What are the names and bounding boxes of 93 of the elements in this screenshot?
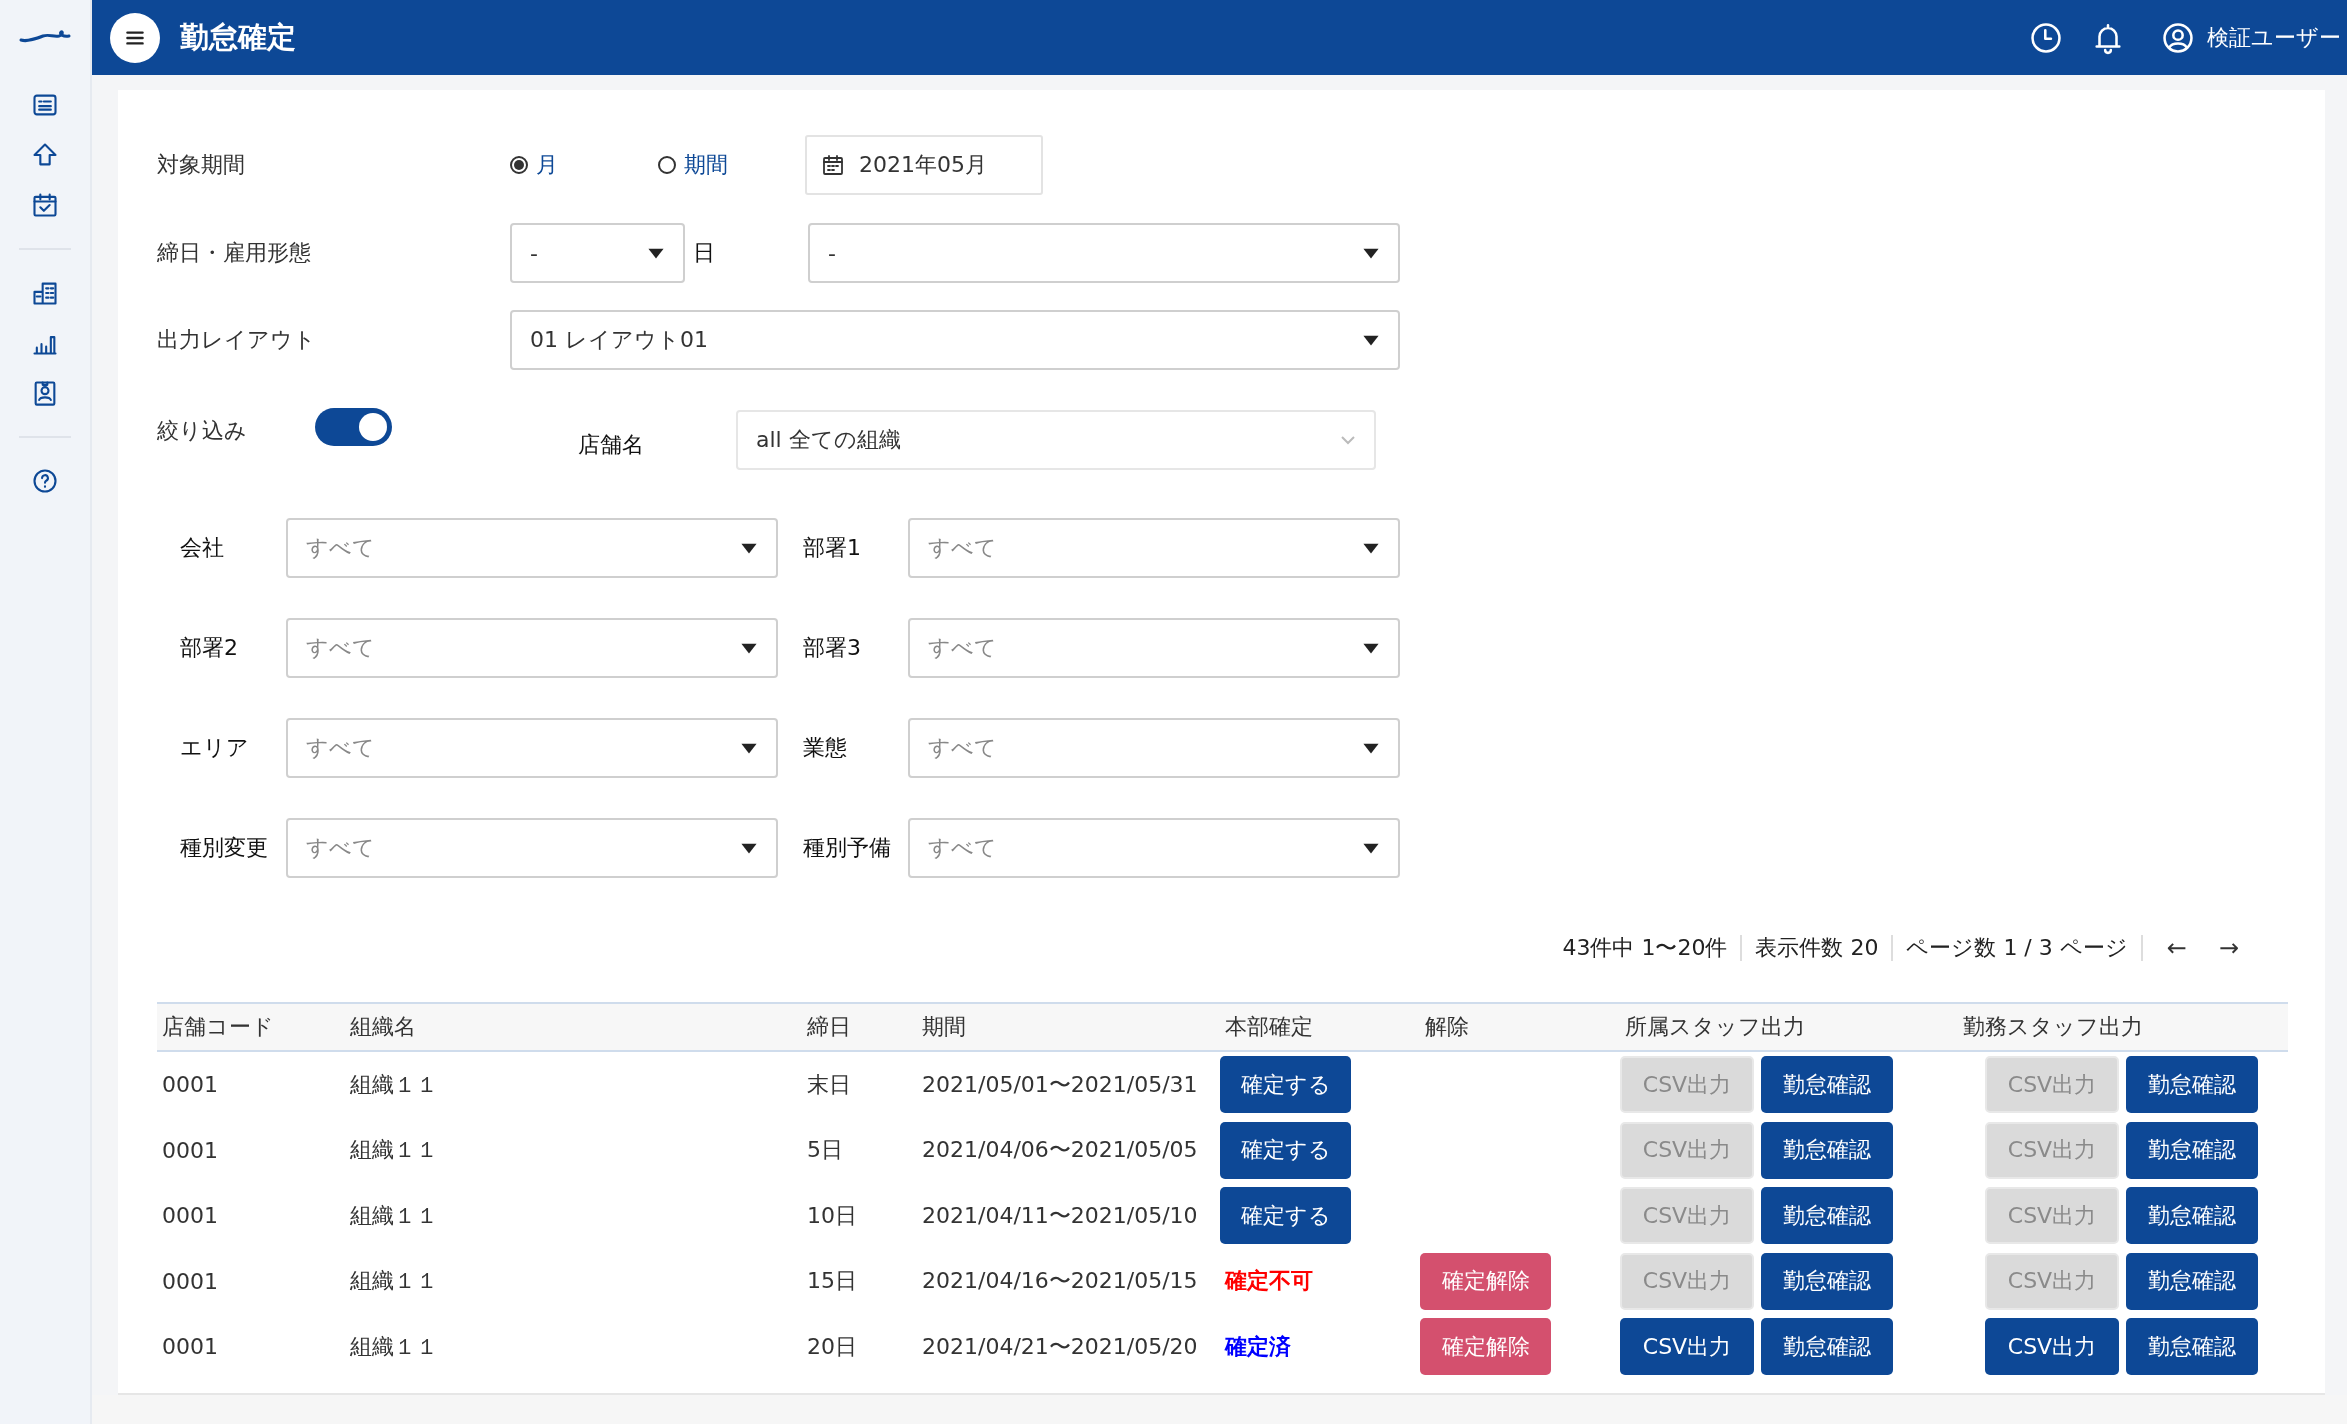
table-cell-text: 組織１１ — [349, 1070, 438, 1099]
column-header: 解除 — [1424, 1013, 1469, 1041]
export-button[interactable]: CSV出力 — [1620, 1318, 1754, 1376]
select-field[interactable]: すべて — [286, 618, 778, 678]
export-button[interactable]: 勤怠確認 — [1761, 1252, 1893, 1310]
field-label: 対象期間 — [157, 151, 246, 179]
select-field[interactable]: - — [510, 223, 685, 283]
user-avatar-icon[interactable] — [2161, 20, 2195, 55]
export-button[interactable]: 勤怠確認 — [2126, 1318, 2258, 1376]
table-cell-text: 10日 — [806, 1201, 857, 1230]
table-cell-text: 2021/04/06〜2021/05/05 — [921, 1136, 1198, 1165]
field-label: 絞り込み — [157, 417, 248, 445]
radio-button[interactable] — [658, 156, 676, 174]
table-cell-text: 組織１１ — [349, 1136, 438, 1165]
export-button[interactable]: 勤怠確認 — [2126, 1121, 2258, 1179]
field-label: 業態 — [803, 734, 848, 762]
field-label: エリア — [180, 734, 250, 762]
unit-label: 日 — [692, 239, 716, 267]
export-button[interactable]: 勤怠確認 — [1761, 1187, 1893, 1245]
table-cell-text: 組織１１ — [349, 1201, 438, 1230]
field-label: 出力レイアウト — [157, 326, 317, 354]
cancel-confirm-button[interactable]: 確定解除 — [1420, 1318, 1551, 1376]
confirm-button[interactable]: 確定する — [1220, 1187, 1351, 1245]
column-header: 期間 — [921, 1013, 966, 1041]
page-size: 表示件数 20 — [1755, 934, 1879, 962]
field-label: 部署1 — [803, 534, 862, 562]
column-header: 所属スタッフ出力 — [1624, 1013, 1805, 1041]
calendar-icon — [821, 153, 845, 177]
export-button[interactable]: 勤怠確認 — [2126, 1056, 2258, 1114]
page-count: ページ数 1 / 3 ページ — [1906, 934, 2128, 962]
radio-label[interactable]: 期間 — [684, 150, 728, 180]
table-cell-text: 2021/04/16〜2021/05/15 — [921, 1267, 1198, 1296]
table-cell-text: 2021/04/11〜2021/05/10 — [921, 1201, 1198, 1230]
field-label: 種別予備 — [803, 834, 892, 862]
user-name[interactable]: 検証ユーザー — [2207, 22, 2341, 53]
column-header: 組織名 — [349, 1013, 416, 1041]
table-cell-text: 0001 — [161, 1268, 218, 1294]
field-label: 部署3 — [803, 634, 862, 662]
table-cell-text: 組織１１ — [349, 1332, 438, 1361]
help-icon[interactable] — [31, 467, 59, 495]
cancel-confirm-button[interactable]: 確定解除 — [1420, 1252, 1551, 1310]
column-header: 店舗コード — [161, 1013, 274, 1041]
next-page-button[interactable]: → — [2210, 934, 2247, 962]
select-field[interactable]: すべて — [286, 818, 778, 878]
field-label: 会社 — [180, 534, 225, 562]
toggle-switch[interactable] — [315, 408, 392, 446]
table-cell-text: 0001 — [161, 1334, 218, 1360]
export-button[interactable]: 勤怠確認 — [2126, 1252, 2258, 1310]
column-header: 締日 — [806, 1013, 851, 1041]
column-header: 勤務スタッフ出力 — [1962, 1013, 2143, 1041]
radio-button[interactable] — [510, 156, 528, 174]
select-field[interactable]: - — [808, 223, 1400, 283]
menu-button[interactable] — [110, 12, 160, 63]
select-field[interactable]: すべて — [286, 718, 778, 778]
page-title: 勤怠確定 — [180, 18, 297, 56]
export-button[interactable]: CSV出力 — [1985, 1318, 2119, 1376]
date-field[interactable]: 2021年05月 — [805, 135, 1043, 195]
export-button[interactable]: 勤怠確認 — [1761, 1318, 1893, 1376]
result-count: 43件中 1〜20件 — [1562, 934, 1728, 962]
select-field[interactable]: 01 レイアウト01 — [510, 310, 1400, 370]
previous-page-button[interactable]: ← — [2158, 934, 2195, 962]
table-cell-text: 0001 — [161, 1137, 218, 1163]
table-cell-text: 末日 — [806, 1070, 851, 1099]
status-text: 確定不可 — [1223, 1267, 1313, 1296]
radio-label[interactable]: 月 — [536, 150, 558, 180]
select-field[interactable]: すべて — [908, 718, 1400, 778]
export-button[interactable]: 勤怠確認 — [1761, 1056, 1893, 1114]
select-field[interactable]: すべて — [908, 818, 1400, 878]
table-cell-text: 0001 — [161, 1072, 218, 1098]
confirm-button[interactable]: 確定する — [1220, 1121, 1351, 1179]
table-cell-text: 0001 — [161, 1203, 218, 1229]
export-button[interactable]: 勤怠確認 — [2126, 1187, 2258, 1245]
table-cell-text: 5日 — [806, 1136, 843, 1165]
confirm-button[interactable]: 確定する — [1220, 1056, 1351, 1114]
clock-icon[interactable] — [2029, 20, 2063, 55]
table-cell-text: 2021/04/21〜2021/05/20 — [921, 1332, 1198, 1361]
field-label: 締日・雇用形態 — [157, 239, 312, 267]
column-header: 本部確定 — [1224, 1013, 1313, 1041]
table-cell-text: 組織１１ — [349, 1267, 438, 1296]
store-select[interactable]: all 全ての組織 — [736, 410, 1376, 470]
export-button[interactable]: 勤怠確認 — [1761, 1121, 1893, 1179]
table-cell-text: 20日 — [806, 1332, 857, 1361]
field-label: 店舗名 — [578, 431, 645, 459]
calendar-check-icon[interactable] — [31, 191, 59, 219]
table-cell-text: 2021/05/01〜2021/05/31 — [921, 1070, 1198, 1099]
field-label: 部署2 — [180, 634, 239, 662]
logo-icon[interactable] — [19, 28, 71, 44]
select-field[interactable]: すべて — [286, 518, 778, 578]
select-field[interactable]: すべて — [908, 518, 1400, 578]
field-label: 種別変更 — [180, 834, 269, 862]
select-field[interactable]: すべて — [908, 618, 1400, 678]
status-text: 確定済 — [1223, 1332, 1291, 1361]
table-cell-text: 15日 — [806, 1267, 857, 1296]
